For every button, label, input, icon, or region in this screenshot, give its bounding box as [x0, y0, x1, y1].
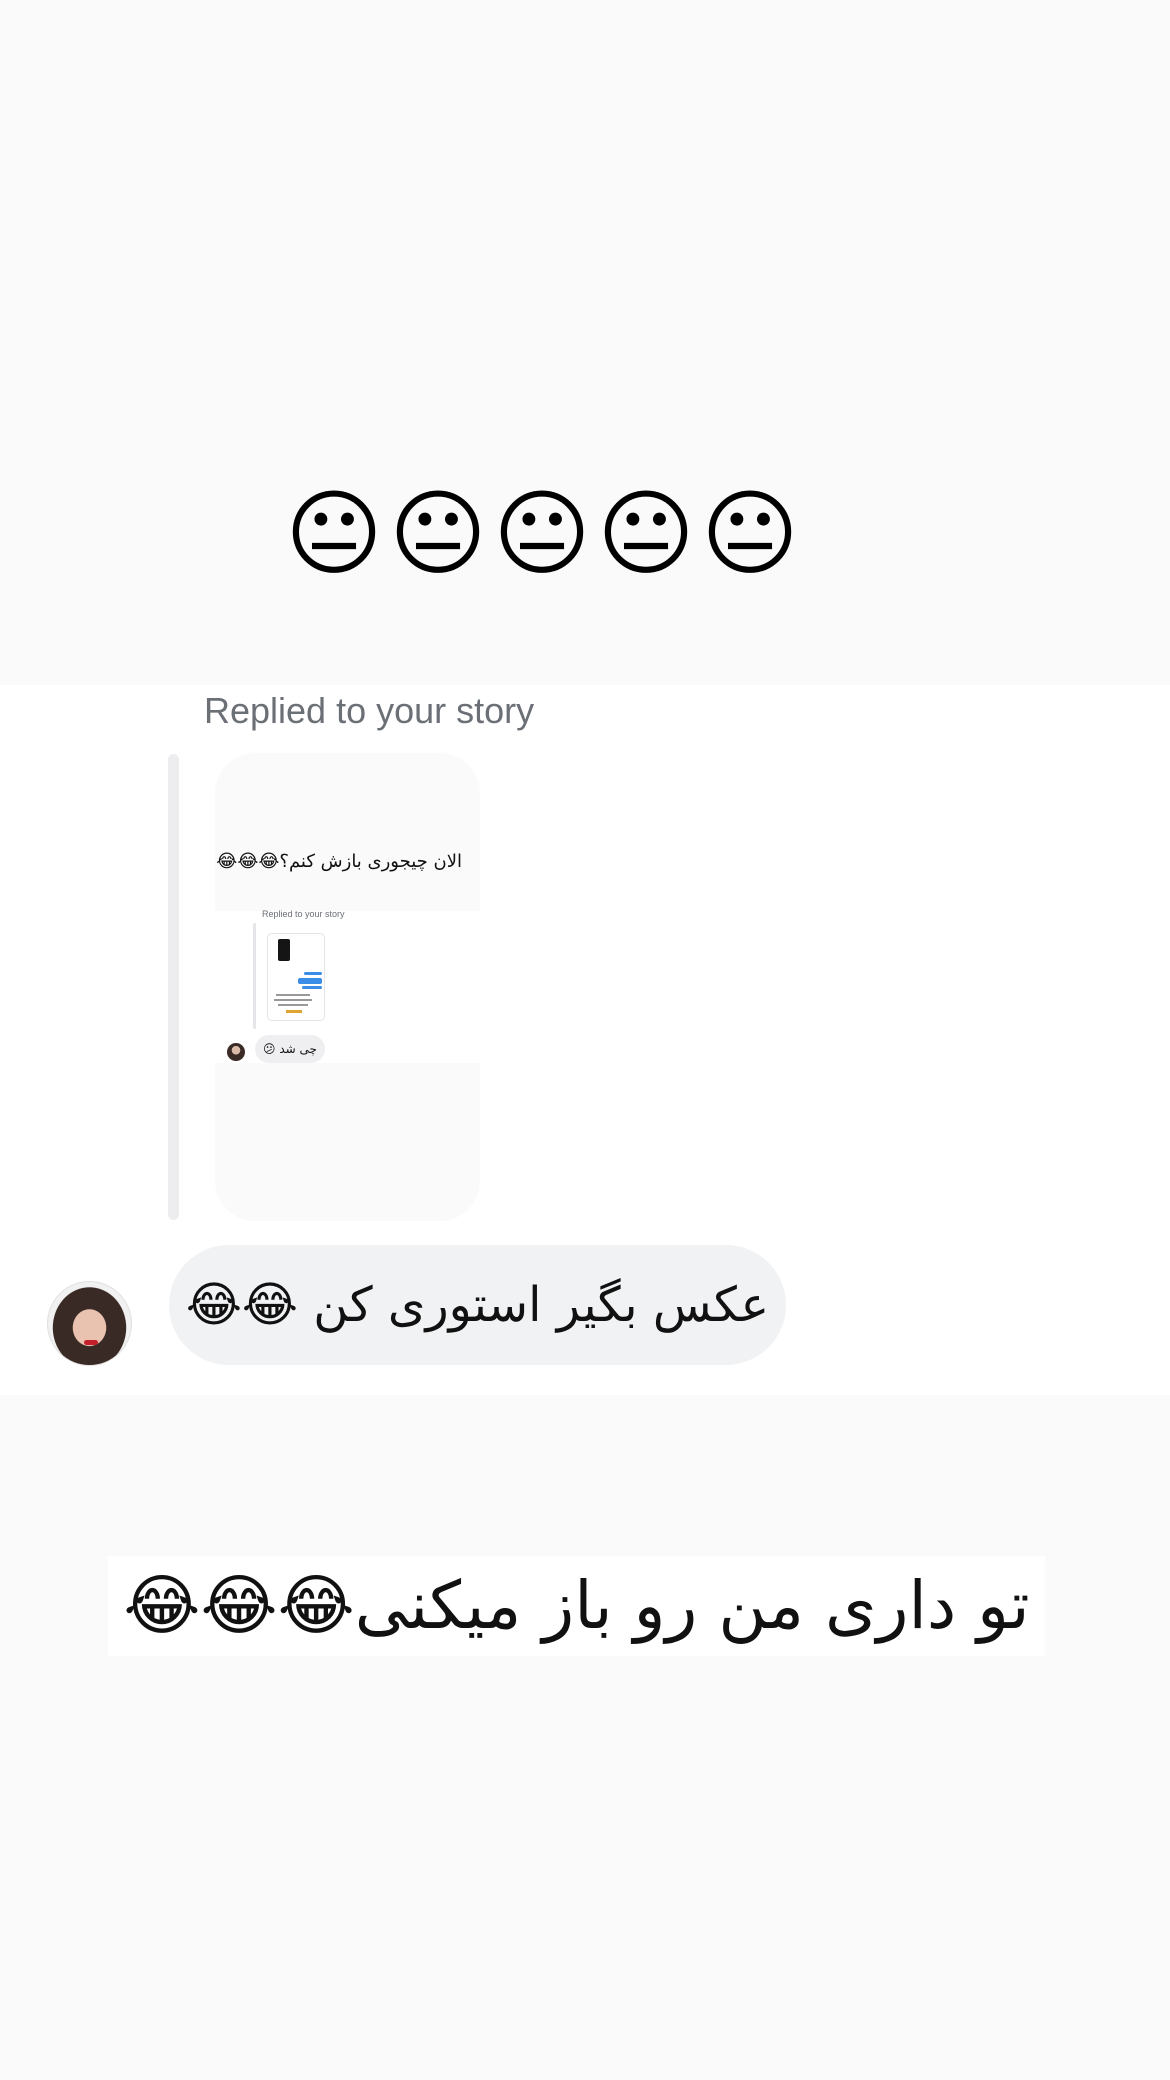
text-line [278, 1004, 308, 1006]
nested-avatar [227, 1043, 245, 1061]
replied-story-thumbnail[interactable]: الان چیجوری بازش کنم؟😂😂😂 Replied to your… [215, 753, 480, 1221]
story-caption-bottom: تو داری من رو باز میکنی😂😂😂 [108, 1556, 1045, 1656]
nested-replied-label: Replied to your story [262, 909, 345, 919]
nested-message-bubble: چی شد 😕 [255, 1035, 325, 1063]
story-caption: الان چیجوری بازش کنم؟😂😂😂 [216, 851, 462, 872]
story-preview-bottom[interactable] [0, 1395, 1170, 2080]
story-preview-top[interactable]: 😐😐😐😐😐 [0, 0, 1170, 685]
phone-image [278, 939, 290, 961]
replied-to-story-label: Replied to your story [204, 690, 535, 731]
text-line [274, 999, 312, 1001]
nested-quote-bar [253, 923, 256, 1029]
story-emoji-text: 😐😐😐😐😐 [285, 480, 805, 589]
text-line [276, 994, 310, 996]
sender-avatar[interactable] [47, 1281, 132, 1366]
message-bubble[interactable]: عکس بگیر استوری کن 😂😂 [169, 1245, 786, 1365]
nested-story-thumbnail [267, 933, 325, 1021]
message-line [302, 986, 322, 989]
avatar-detail [84, 1340, 98, 1345]
chat-screen: 😐😐😐😐😐 Replied to your story الان چیجوری … [0, 0, 1170, 2080]
emoji-line [286, 1010, 302, 1013]
message-line [298, 978, 322, 984]
reply-quote-bar [168, 754, 179, 1220]
message-line [304, 972, 322, 975]
